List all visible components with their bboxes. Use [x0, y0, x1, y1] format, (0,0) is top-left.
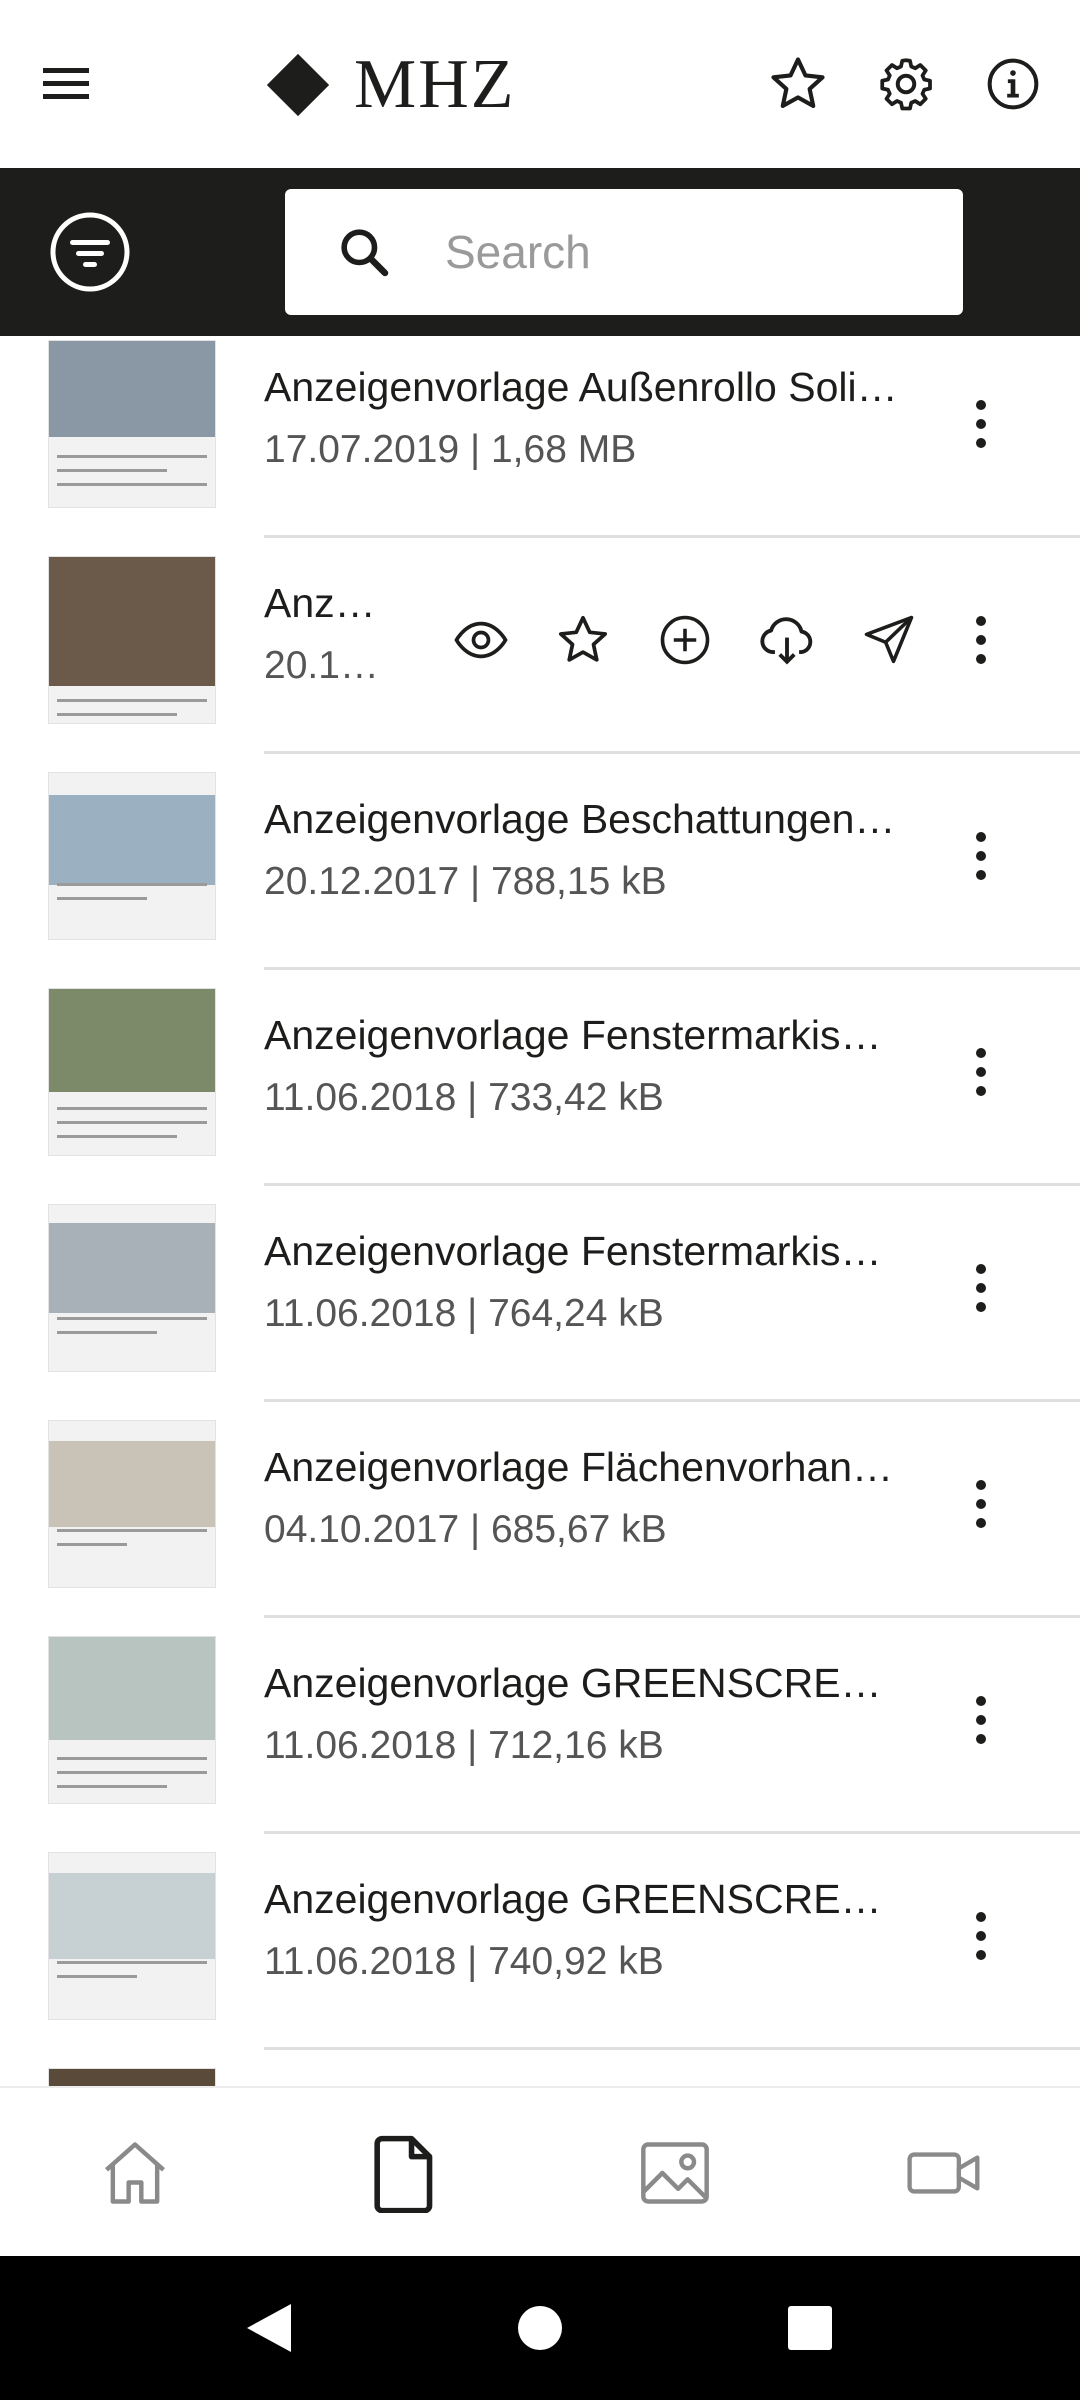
list-item[interactable]: Anzeigenvorlage GREENSCREE… 11.06.2018 |… [0, 1852, 1080, 2068]
cloud-download-icon[interactable] [736, 600, 838, 680]
video-icon[interactable] [900, 2128, 990, 2218]
document-thumbnail [48, 556, 216, 724]
bottom-navigation [0, 2086, 1080, 2256]
divider [264, 2047, 1080, 2050]
document-title: Anzeigenvorlage GREENSCREE… [264, 1660, 904, 1706]
document-meta: 04.10.2017 | 685,67 kB [264, 1508, 667, 1551]
list-item[interactable]: Anzeigenvorlage Flächenvorhan… 04.10.201… [0, 1420, 1080, 1636]
search-input[interactable] [445, 225, 925, 279]
document-title: Anzeigenvorlage Fenstermarkise… [264, 1012, 904, 1058]
home-circle-icon[interactable] [508, 2296, 572, 2360]
star-icon[interactable] [532, 600, 634, 680]
eye-icon[interactable] [430, 600, 532, 680]
document-meta: 11.06.2018 | 740,92 kB [264, 1940, 664, 1983]
list-item[interactable]: Anzeigenvorlage Außenrollo Soli… 17.07.2… [0, 340, 1080, 556]
divider [264, 535, 1080, 538]
document-thumbnail [48, 340, 216, 508]
document-title: Anzeigenvorlage Außenrollo Soli… [264, 364, 898, 410]
divider [264, 1831, 1080, 1834]
document-meta: 20.12.2017 | 788,15 kB [264, 860, 667, 903]
document-list: Anzeigenvorlage Außenrollo Soli… 17.07.2… [0, 336, 1080, 2086]
document-thumbnail [48, 1636, 216, 1804]
document-title: Anzeigenvorlage GREENSCREE… [264, 1876, 904, 1922]
search-icon [329, 217, 399, 287]
logo-diamond [266, 53, 330, 117]
divider [264, 751, 1080, 754]
more-vert-icon[interactable] [946, 1032, 1016, 1112]
list-item[interactable]: Anze… 20.1… [0, 556, 1080, 772]
gear-icon[interactable] [866, 44, 946, 124]
row-actions [430, 600, 940, 680]
divider [264, 967, 1080, 970]
more-vert-icon[interactable] [946, 1248, 1016, 1328]
list-item[interactable]: Anzeigenvorlage Fenstermarkise… 11.06.20… [0, 988, 1080, 1204]
document-title: Anze… [264, 580, 394, 626]
document-title: Anzeigenvorlage Flächenvorhan… [264, 1444, 894, 1490]
list-item[interactable]: Anzeigenvorlage Beschattungen … 20.12.20… [0, 772, 1080, 988]
more-vert-icon[interactable] [946, 1680, 1016, 1760]
document-meta: 11.06.2018 | 712,16 kB [264, 1724, 664, 1767]
logo-wordmark: MHZ [354, 46, 516, 123]
more-vert-icon[interactable] [946, 1896, 1016, 1976]
filter-icon[interactable] [48, 210, 132, 294]
hamburger-menu-icon[interactable] [26, 44, 106, 124]
document-thumbnail [48, 1852, 216, 2020]
divider [264, 1183, 1080, 1186]
more-vert-icon[interactable] [946, 816, 1016, 896]
document-icon[interactable] [360, 2128, 450, 2218]
document-meta: 11.06.2018 | 733,42 kB [264, 1076, 664, 1119]
home-icon[interactable] [90, 2128, 180, 2218]
more-vert-icon[interactable] [946, 384, 1016, 464]
back-icon[interactable] [236, 2296, 300, 2360]
document-meta: 17.07.2019 | 1,68 MB [264, 428, 637, 471]
send-icon[interactable] [838, 600, 940, 680]
document-title: Anzeigenvorlage Fenstermarkise… [264, 1228, 904, 1274]
list-item[interactable] [0, 2068, 1080, 2086]
recents-square-icon[interactable] [778, 2296, 842, 2360]
info-icon[interactable] [973, 44, 1053, 124]
more-vert-icon[interactable] [946, 1464, 1016, 1544]
more-vert-icon[interactable] [946, 600, 1016, 680]
document-meta: 20.1… [264, 644, 379, 687]
document-thumbnail [48, 988, 216, 1156]
system-navigation-bar [0, 2256, 1080, 2400]
list-item[interactable]: Anzeigenvorlage Fenstermarkise… 11.06.20… [0, 1204, 1080, 1420]
document-thumbnail [48, 1420, 216, 1588]
document-thumbnail [48, 2068, 216, 2086]
document-thumbnail [48, 772, 216, 940]
image-icon[interactable] [630, 2128, 720, 2218]
star-icon[interactable] [758, 44, 838, 124]
mhz-logo: MHZ [262, 40, 516, 130]
document-thumbnail [48, 1204, 216, 1372]
divider [264, 1615, 1080, 1618]
divider [264, 1399, 1080, 1402]
list-item[interactable]: Anzeigenvorlage GREENSCREE… 11.06.2018 |… [0, 1636, 1080, 1852]
app-bar: MHZ [0, 0, 1080, 168]
document-meta: 11.06.2018 | 764,24 kB [264, 1292, 664, 1335]
search-box[interactable] [285, 189, 963, 315]
document-title: Anzeigenvorlage Beschattungen … [264, 796, 904, 842]
add-circle-icon[interactable] [634, 600, 736, 680]
